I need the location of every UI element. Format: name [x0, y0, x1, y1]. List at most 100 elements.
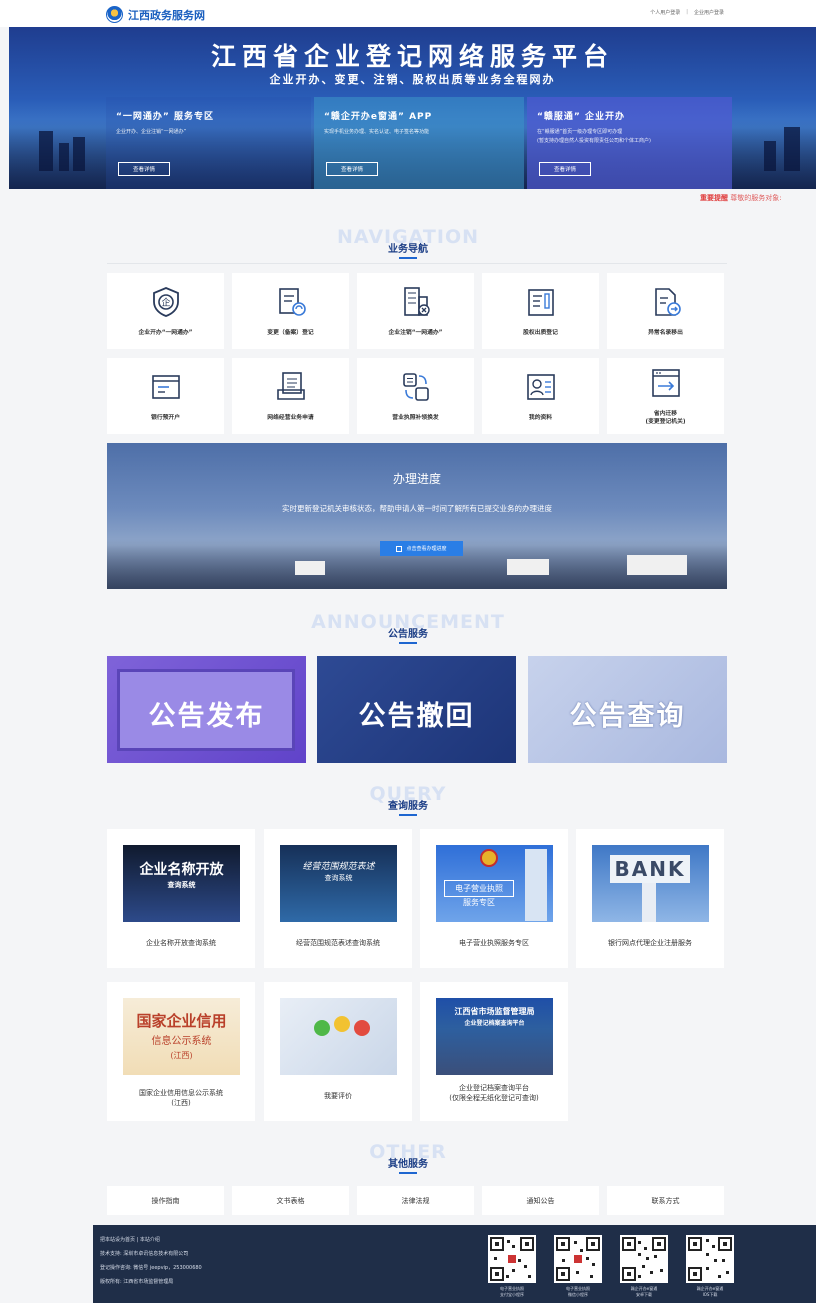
query-thumbnail: 经营范围规范表述 查询系统	[280, 845, 397, 922]
thumb-subtitle: 服务专区	[463, 898, 495, 907]
nav-item-provincial-migration[interactable]: 省内迁移 (变更登记机关)	[607, 358, 724, 434]
nav-item-bank-account[interactable]: 银行预开户	[107, 358, 224, 434]
query-item-label-line: (江西)	[171, 1099, 191, 1107]
building-shape	[784, 127, 800, 171]
card-desc: 实现手机业务办理、实名认证、电子签名等功能	[324, 129, 430, 135]
query-item-bank-agent[interactable]: BANK 银行网点代理企业注册服务	[576, 829, 724, 968]
thumb-title: 国家企业信用	[136, 1012, 227, 1030]
nav-item-label: 企业注销“一网通办”	[388, 330, 443, 336]
query-item-business-scope[interactable]: 经营范围规范表述 查询系统 经营范围规范表述查询系统	[264, 829, 412, 968]
banner-card-app[interactable]: “赣企开办e窗通” APP 实现手机业务办理、实名认证、电子签名等功能 查看详情	[314, 97, 524, 189]
thumb-subtitle: 信息公示系统	[151, 1036, 212, 1047]
card-title: “赣服通” 企业开办	[537, 112, 625, 122]
progress-desc: 实时更新登记机关审核状态，帮助申请人第一时间了解所有已提交业务的办理进度	[282, 504, 552, 513]
nav-item-change-registration[interactable]: 变更（备案）登记	[232, 273, 349, 349]
other-item-forms[interactable]: 文书表格	[232, 1186, 349, 1215]
query-item-archive[interactable]: 江西省市场监督管理局 企业登记档案查询平台 企业登记档案查询平台 (仅限全程无纸化…	[420, 982, 568, 1121]
banner-card-one-stop[interactable]: “一网通办” 服务专区 企业开办、企业注销“一网通办” 查看详情	[106, 97, 311, 189]
section-title-zh: 查询服务	[388, 801, 428, 812]
section-title-zh: 其他服务	[388, 1159, 428, 1170]
house-shape	[627, 555, 687, 575]
nav-item-enterprise-cancel[interactable]: 企业注销“一网通办”	[357, 273, 474, 349]
nav-item-label: 企业开办“一网通办”	[138, 330, 193, 336]
nav-item-label: 变更（备案）登记	[267, 330, 314, 336]
other-item-guide[interactable]: 操作指南	[107, 1186, 224, 1215]
nav-item-label: 营业执照补领换发	[392, 415, 439, 421]
other-services: 操作指南 文书表格 法律法规 通知公告 联系方式	[107, 1186, 727, 1215]
top-bar: 江西政务服务网 个人用户登录 | 企业用户登录	[0, 0, 816, 27]
thumb-subtitle: 查询系统	[167, 881, 196, 889]
nav-item-online-business[interactable]: 网络经营业务申请	[232, 358, 349, 434]
smiley-green-icon	[314, 1020, 330, 1036]
qr-caption-line: 电子营业执照	[566, 1286, 590, 1291]
banner-title: 江西省企业登记网络服务平台	[210, 42, 614, 71]
qr-android: 赣企开办e窗通 安卓下载	[619, 1235, 669, 1298]
query-item-name-system[interactable]: 企业名称开放 查询系统 企业名称开放查询系统	[107, 829, 255, 968]
building-shape	[39, 131, 53, 171]
divider: |	[686, 9, 688, 15]
qr-caption-line: 电子营业执照	[500, 1286, 524, 1291]
announcement-publish-card[interactable]: 公告发布	[107, 656, 306, 763]
bank-card-icon	[149, 370, 183, 406]
announcement-withdraw-card[interactable]: 公告撤回	[317, 656, 516, 763]
other-item-laws[interactable]: 法律法规	[357, 1186, 474, 1215]
nav-item-my-profile[interactable]: 我的资料	[482, 358, 599, 434]
banner-card-ganfutong[interactable]: “赣服通” 企业开办 在“赣服通”首页一级办理专区即可办理 (暂支持办理自然人投…	[527, 97, 732, 189]
shield-enterprise-icon: 企	[149, 285, 183, 321]
notice-marquee[interactable]: 重要提醒 尊敬的服务对象:	[700, 193, 816, 203]
site-logo[interactable]: 江西政务服务网	[106, 6, 205, 23]
card-desc: 企业开办、企业注销“一网通办”	[116, 129, 187, 135]
browser-transfer-icon	[649, 366, 683, 402]
qr-caption-line: 安卓下载	[636, 1292, 652, 1297]
building-shape	[59, 143, 69, 171]
qr-code-icon	[686, 1235, 734, 1283]
other-item-contact[interactable]: 联系方式	[607, 1186, 724, 1215]
building-shape	[764, 141, 776, 171]
footer: 把本站设为首页 | 本站介绍 技术支持: 深圳市卓讯信息技术有限公司 登记操作咨…	[93, 1225, 816, 1303]
site-name: 江西政务服务网	[128, 8, 205, 22]
footer-line: 版权所有: 江西省市场监督管理局	[100, 1279, 174, 1285]
nav-item-enterprise-open[interactable]: 企 企业开办“一网通办”	[107, 273, 224, 349]
calendar-icon	[396, 545, 403, 552]
footer-line[interactable]: 把本站设为首页 | 本站介绍	[100, 1233, 202, 1247]
query-thumbnail: 电子营业执照 服务专区	[436, 845, 553, 922]
query-thumbnail: 江西省市场监督管理局 企业登记档案查询平台	[436, 998, 553, 1075]
qr-codes: 电子营业执照 支付宝小程序 电子营业执照 微信小程序 赣企开办e窗通 安卓下载 赣企开…	[487, 1235, 735, 1298]
building-cancel-icon	[399, 285, 433, 321]
exchange-license-icon	[399, 370, 433, 406]
view-progress-label: 点击查看办理进度	[406, 546, 447, 552]
title-underline	[399, 257, 417, 259]
thumb-subtitle-2: (江西)	[170, 1051, 193, 1060]
query-item-credit-publicity[interactable]: 国家企业信用 信息公示系统 (江西) 国家企业信用信息公示系统 (江西)	[107, 982, 255, 1121]
nav-item-abnormal-removal[interactable]: 异常名录移出	[607, 273, 724, 349]
view-progress-button[interactable]: 点击查看办理进度	[380, 541, 463, 556]
qr-alipay: 电子营业执照 支付宝小程序	[487, 1235, 537, 1298]
view-details-button[interactable]: 查看详情	[326, 162, 379, 176]
nav-item-license-reissue[interactable]: 营业执照补领换发	[357, 358, 474, 434]
query-thumbnail	[280, 998, 397, 1075]
document-arrow-icon	[649, 285, 683, 321]
thumb-title: 企业名称开放	[139, 862, 224, 878]
query-item-evaluate[interactable]: 我要评价	[264, 982, 412, 1121]
nav-item-label: 我的资料	[528, 415, 553, 421]
nav-item-equity-pledge[interactable]: 股权出质登记	[482, 273, 599, 349]
nav-item-label: 银行预开户	[151, 415, 180, 421]
announcement-query-card[interactable]: 公告查询	[528, 656, 727, 763]
query-item-e-license[interactable]: 电子营业执照 服务专区 电子营业执照服务专区	[420, 829, 568, 968]
other-item-notices[interactable]: 通知公告	[482, 1186, 599, 1215]
announcement-label: 公告撤回	[358, 701, 475, 732]
qr-ios: 赣企开办e窗通 IOS下载	[685, 1235, 735, 1298]
thumb-subtitle: 企业登记档案查询平台	[464, 1020, 525, 1027]
view-details-button[interactable]: 查看详情	[118, 162, 171, 176]
qr-code-icon	[488, 1235, 536, 1283]
announcement-label: 公告发布	[148, 701, 265, 732]
emblem-icon	[106, 6, 123, 23]
query-item-label: 经营范围规范表述查询系统	[296, 939, 380, 947]
personal-login-link[interactable]: 个人用户登录	[650, 9, 680, 16]
qr-caption-line: 微信小程序	[568, 1292, 588, 1297]
view-details-button[interactable]: 查看详情	[539, 162, 592, 176]
section-title-zh: 业务导航	[388, 244, 428, 255]
enterprise-login-link[interactable]: 企业用户登录	[694, 9, 724, 16]
document-refresh-icon	[274, 285, 308, 321]
query-item-label-line: (仅限全程无纸化登记可查询)	[449, 1094, 539, 1102]
